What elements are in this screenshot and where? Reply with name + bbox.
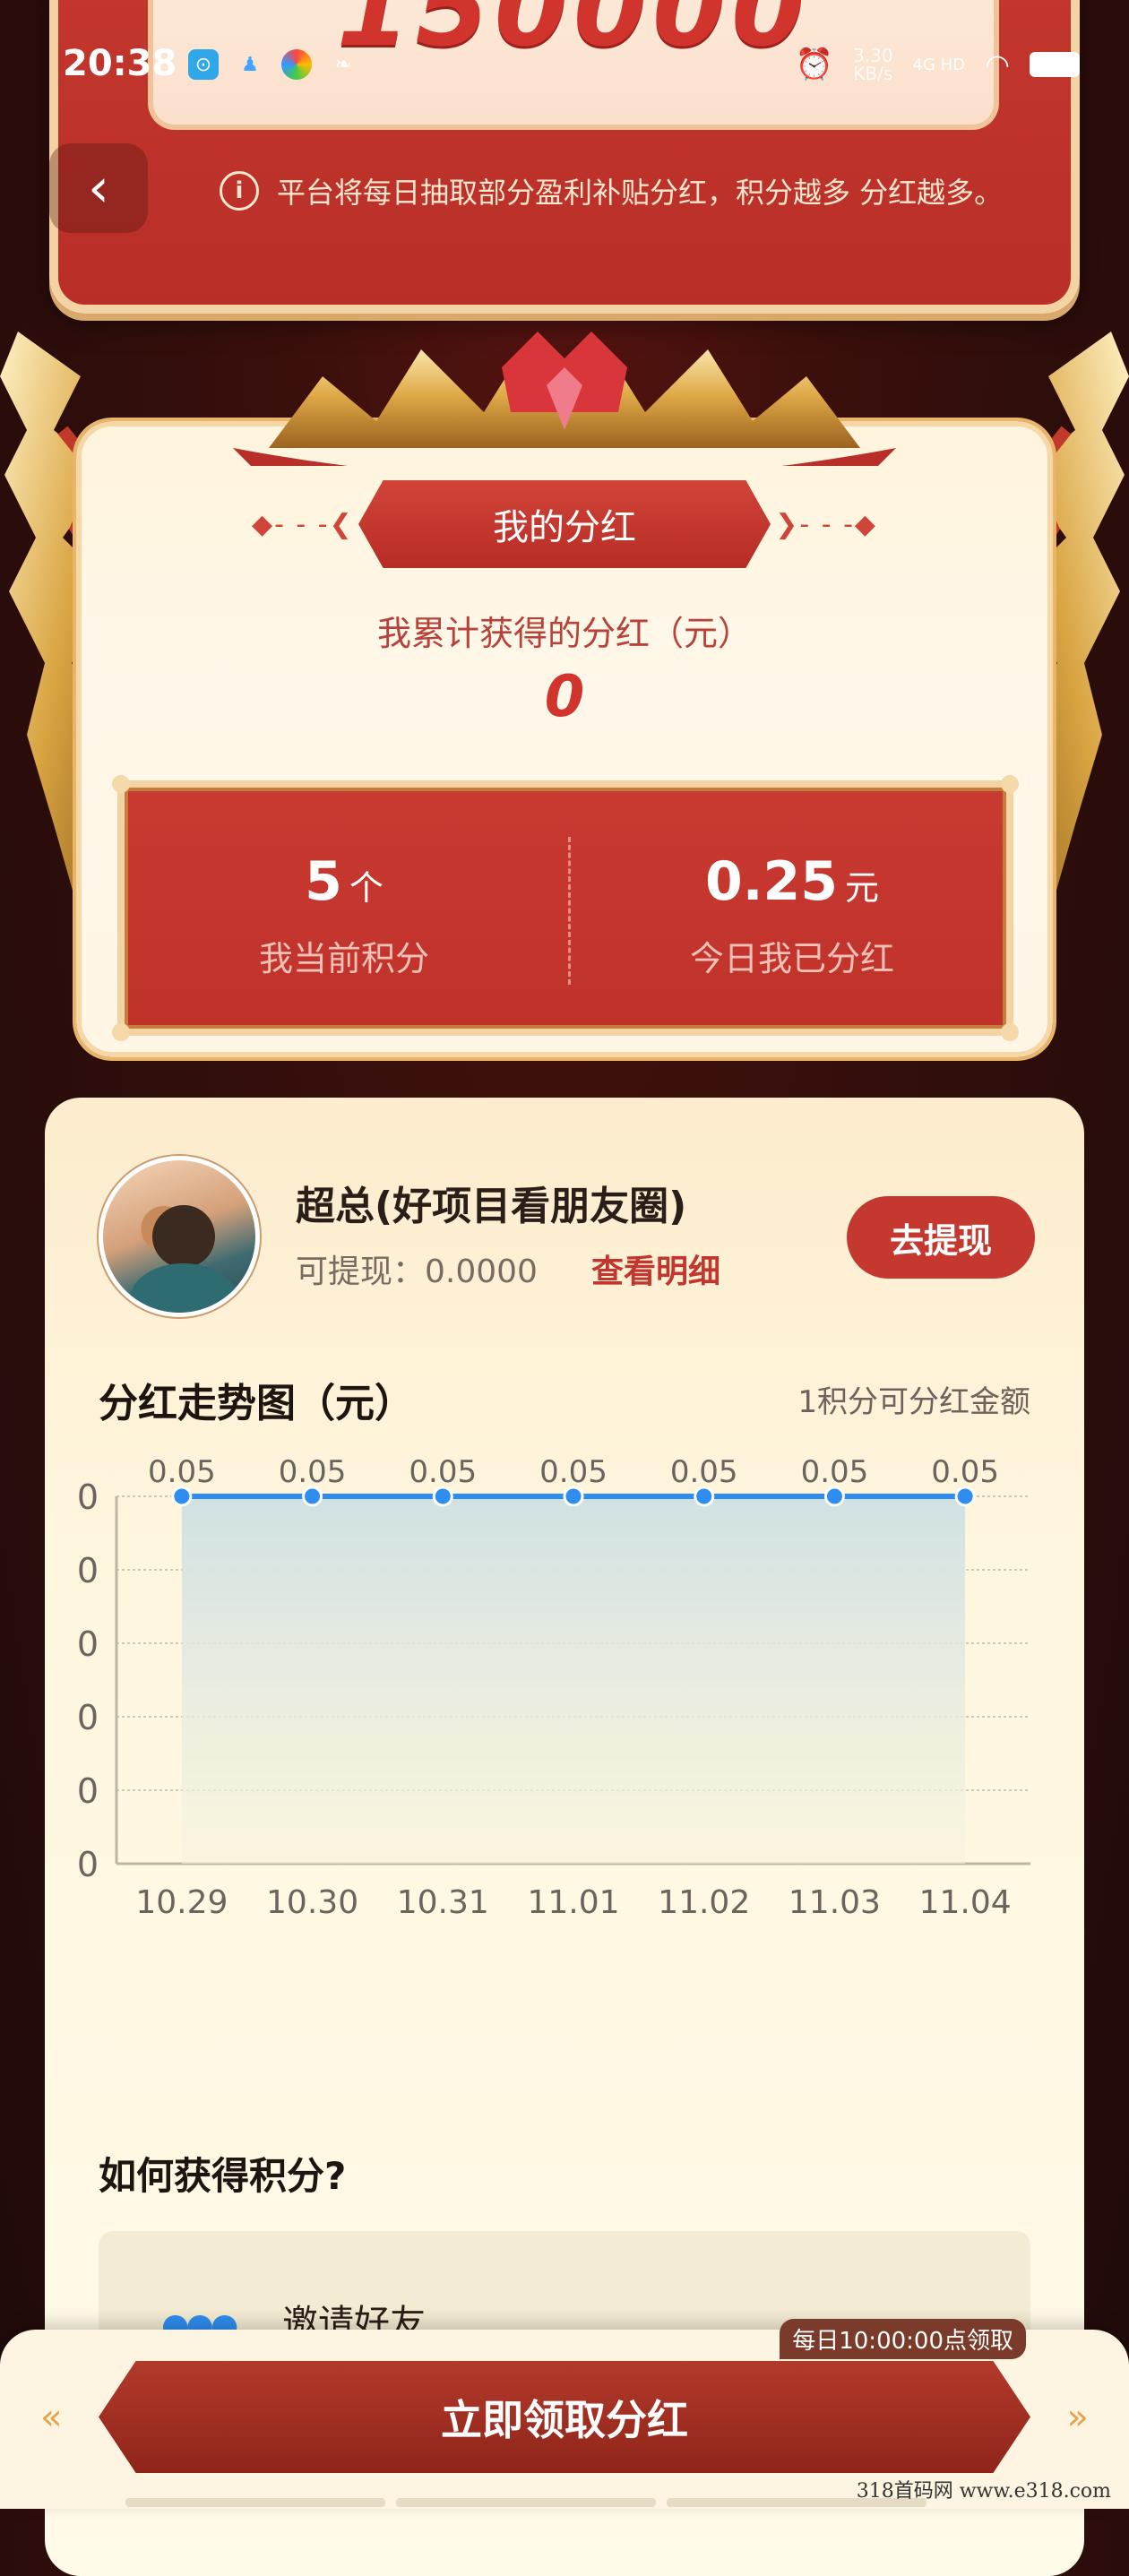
y-tick-label: 0 <box>77 1478 99 1517</box>
wifi-icon: ◠ <box>985 47 1010 82</box>
status-right: ⏰ 3.30 KB/s 4G HD ◠ <box>796 47 1080 82</box>
stats-panel: 5个 我当前积分 0.25 元 今日我已分红 <box>112 775 1019 1041</box>
x-tick-label: 11.02 <box>658 1884 750 1921</box>
current-points-stat: 5个 我当前积分 <box>125 850 564 980</box>
data-point <box>171 1486 193 1507</box>
stats-divider <box>568 837 571 985</box>
howto-title: 如何获得积分? <box>99 2154 347 2198</box>
chevron-right-deco-icon: » <box>1066 2397 1089 2438</box>
data-label: 0.05 <box>539 1454 608 1490</box>
claim-dividend-button[interactable]: 立即领取分红 <box>99 2361 1030 2473</box>
data-point <box>694 1486 715 1507</box>
view-detail-link[interactable]: 查看明细 <box>591 1245 720 1292</box>
x-tick-label: 11.01 <box>527 1884 619 1921</box>
chart-title: 分红走势图（元） <box>99 1381 414 1426</box>
penguin-icon: ♟ <box>241 53 259 76</box>
status-app-icons: ⊙ ♟ ❧ <box>188 49 358 80</box>
data-label: 0.05 <box>670 1454 738 1490</box>
chart-note: 1积分可分红金额 <box>797 1384 1030 1420</box>
avatar-head <box>152 1205 215 1268</box>
y-tick-label: 0 <box>77 1551 99 1590</box>
data-label: 0.05 <box>148 1454 216 1490</box>
bottom-tab[interactable] <box>396 2498 656 2507</box>
leaf-icon: ❧ <box>334 53 352 76</box>
y-tick-label: 0 <box>77 1624 99 1664</box>
chat-app-icon: ⊙ <box>188 49 219 80</box>
signal-label: 4G HD <box>912 55 966 74</box>
cumulative-dividend-value: 0 <box>544 664 585 730</box>
current-points-unit: 个 <box>349 868 384 908</box>
today-dividend-unit: 元 <box>845 868 880 908</box>
dividend-trend-chart: 0 0 0 0 0 0 0.05 10.29 0.05 10.30 0.05 10.31 0.05 11… <box>77 1454 1030 1921</box>
back-button[interactable]: ‹ <box>49 143 148 233</box>
x-tick-label: 11.04 <box>919 1884 1012 1921</box>
notice-text: 平台将每日抽取部分盈利补贴分红，积分越多 分红越多。 <box>277 176 1004 210</box>
today-dividend-value: 0.25 <box>704 850 839 913</box>
avatar <box>99 1156 260 1317</box>
today-dividend-label: 今日我已分红 <box>689 939 894 978</box>
series-area <box>181 1496 966 1864</box>
watermark: 318首码网 www.e318.com <box>856 2480 1111 2503</box>
info-icon: i <box>220 171 259 211</box>
chevron-left-icon: ‹ <box>88 157 109 220</box>
corner-dot <box>112 1023 130 1041</box>
colorful-app-icon <box>281 49 312 80</box>
data-label: 0.05 <box>931 1454 999 1490</box>
data-point <box>954 1486 976 1507</box>
withdraw-button[interactable]: 去提现 <box>847 1196 1035 1279</box>
data-point <box>563 1486 584 1507</box>
avatar-body <box>130 1263 237 1313</box>
battery-icon <box>1030 52 1080 77</box>
user-name: 超总(好项目看朋友圈) <box>296 1184 687 1229</box>
corner-dot <box>112 775 130 793</box>
bottom-tab[interactable] <box>125 2498 385 2507</box>
current-points-value: 5 <box>305 850 342 913</box>
chevron-left-deco-icon: « <box>40 2397 63 2438</box>
y-tick-label: 0 <box>77 1771 99 1811</box>
corner-dot <box>1001 775 1019 793</box>
bottom-tabs <box>125 2498 926 2507</box>
data-label: 0.05 <box>279 1454 347 1490</box>
current-points-label: 我当前积分 <box>258 939 429 978</box>
ribbon-deco-left: ◆- - -❮ <box>252 509 354 540</box>
crown-decoration <box>233 332 896 466</box>
corner-dot <box>1001 1023 1019 1041</box>
cumulative-dividend-label: 我累计获得的分红（元） <box>376 614 752 653</box>
today-dividend-stat: 0.25 元 今日我已分红 <box>573 850 1012 980</box>
net-speed: 3.30 KB/s <box>853 47 893 82</box>
x-tick-label: 10.30 <box>266 1884 358 1921</box>
my-dividend-card: ◆- - -❮ 我的分红 ❯- - -◆ 我累计获得的分红（元） 0 5个 我当… <box>76 421 1053 1057</box>
x-tick-label: 11.03 <box>789 1884 881 1921</box>
withdrawable-amount: 可提现：0.0000 <box>296 1254 538 1290</box>
x-tick-label: 10.29 <box>135 1884 228 1921</box>
my-dividend-ribbon: 我的分红 <box>358 480 771 568</box>
data-label: 0.05 <box>801 1454 869 1490</box>
claim-time-badge: 每日10:00:00点领取 <box>780 2319 1026 2359</box>
data-point <box>432 1486 453 1507</box>
alarm-icon: ⏰ <box>795 47 834 82</box>
data-point <box>302 1486 323 1507</box>
status-time: 20:38 <box>63 43 177 84</box>
data-label: 0.05 <box>409 1454 477 1490</box>
x-tick-label: 10.31 <box>397 1884 489 1921</box>
y-tick-label: 0 <box>77 1698 99 1737</box>
net-speed-unit: KB/s <box>853 63 893 84</box>
ribbon-deco-right: ❯- - -◆ <box>775 509 877 540</box>
notice-row: i 平台将每日抽取部分盈利补贴分红，积分越多 分红越多。 <box>220 170 1003 211</box>
status-bar: 20:38 ⊙ ♟ ❧ ⏰ 3.30 KB/s 4G HD ◠ <box>0 36 1129 99</box>
y-tick-label: 0 <box>77 1845 99 1884</box>
data-point <box>823 1486 845 1507</box>
